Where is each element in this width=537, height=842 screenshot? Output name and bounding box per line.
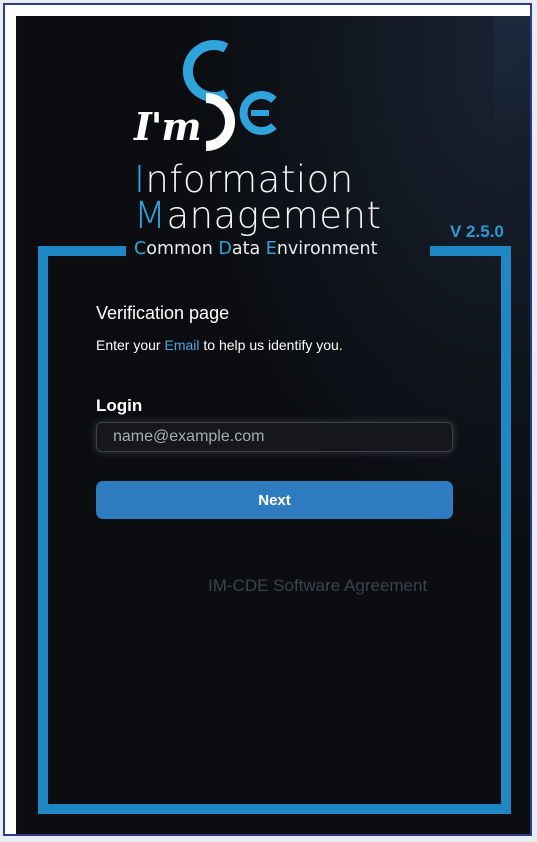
verification-description: Enter your Email to help us identify you… xyxy=(96,337,343,353)
login-label: Login xyxy=(96,396,143,415)
logo-prefix: I'm xyxy=(134,104,202,149)
login-panel: I'm Information Management Common Data E… xyxy=(16,16,530,834)
version-label: V 2.5.0 xyxy=(450,222,504,241)
next-button[interactable]: Next xyxy=(96,481,453,519)
verification-title: Verification page xyxy=(96,303,230,323)
software-agreement-link[interactable]: IM-CDE Software Agreement xyxy=(208,576,427,596)
content-frame xyxy=(38,246,511,814)
app-subtitle: Common Data Environment xyxy=(134,239,378,259)
app-title-line2: Management xyxy=(134,194,382,237)
email-input[interactable] xyxy=(96,422,453,452)
app-title-line1: Information xyxy=(134,158,354,201)
